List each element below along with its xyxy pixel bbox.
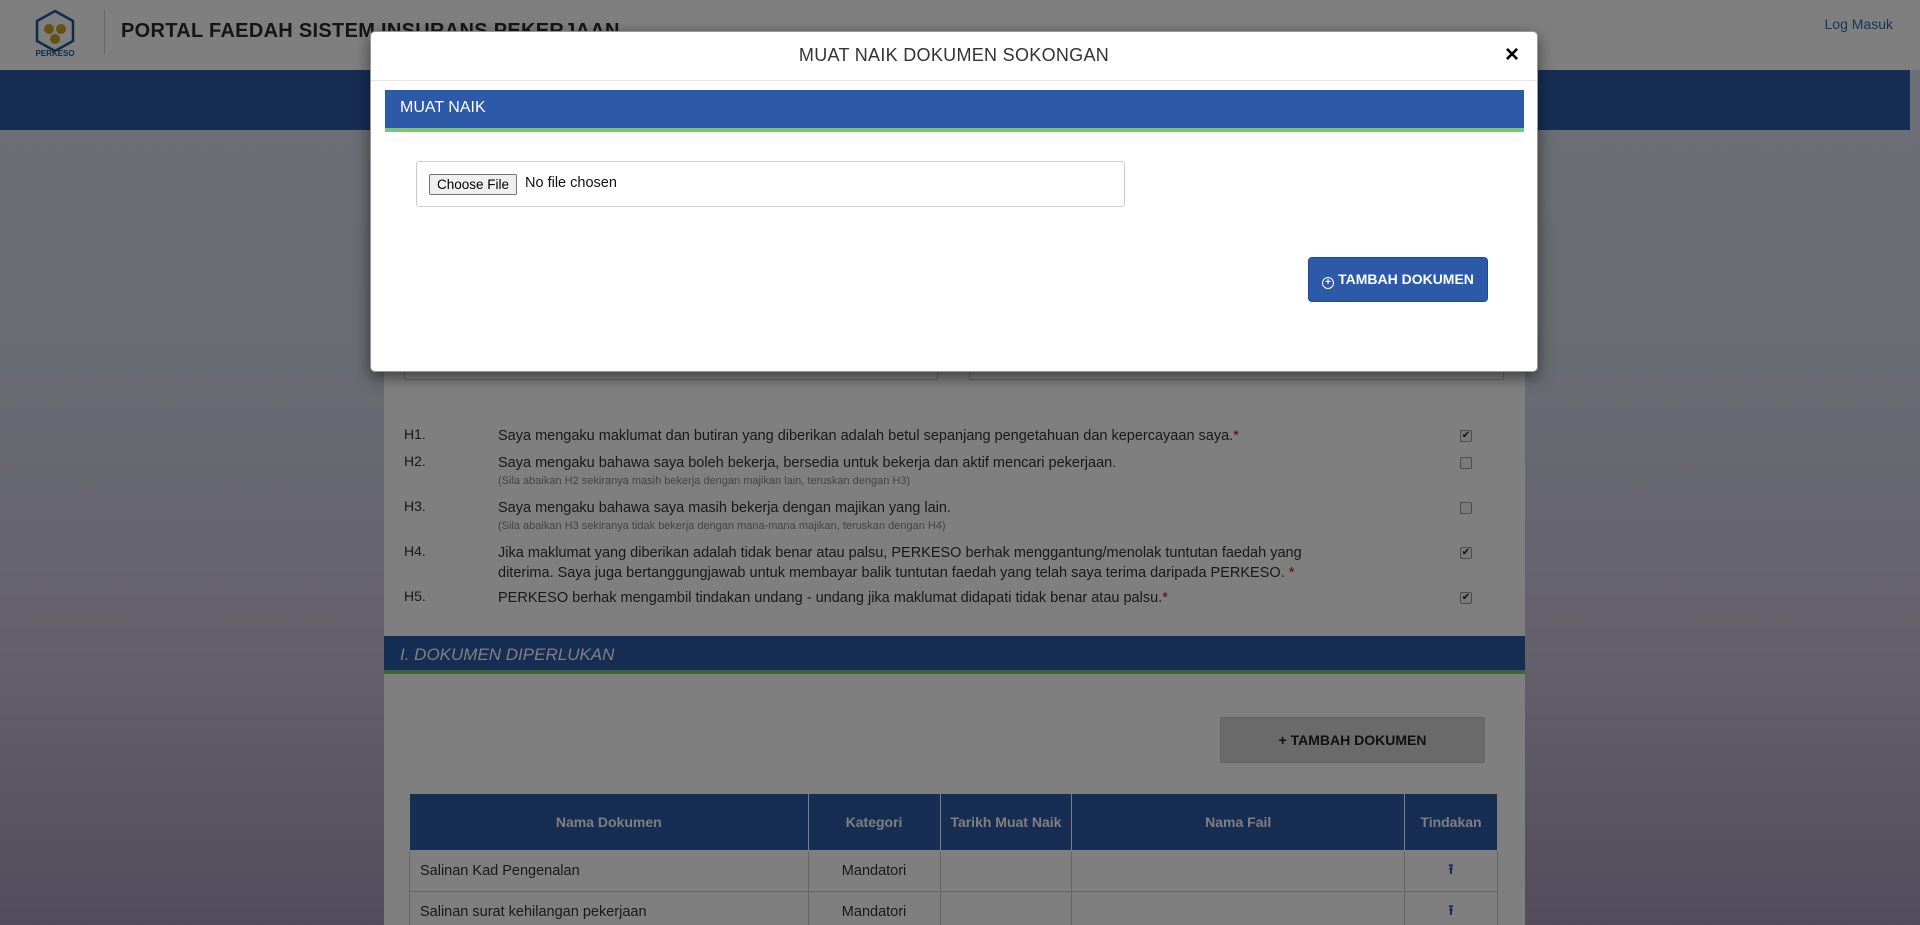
upload-section-header: MUAT NAIK: [385, 90, 1524, 132]
modal-title: MUAT NAIK DOKUMEN SOKONGAN: [798, 45, 1110, 65]
upload-modal: MUAT NAIK DOKUMEN SOKONGAN × MUAT NAIK C…: [370, 31, 1538, 372]
choose-file-button[interactable]: Choose File: [429, 174, 518, 195]
modal-header: MUAT NAIK DOKUMEN SOKONGAN ×: [371, 32, 1537, 81]
close-icon[interactable]: ×: [1505, 43, 1519, 67]
upload-section-title: MUAT NAIK: [400, 99, 486, 116]
file-status-text: No file chosen: [525, 175, 617, 191]
add-document-button[interactable]: + TAMBAH DOKUMEN: [1308, 257, 1488, 302]
plus-circle-icon: +: [1322, 277, 1335, 289]
file-input-container: Choose File No file chosen: [416, 161, 1125, 207]
